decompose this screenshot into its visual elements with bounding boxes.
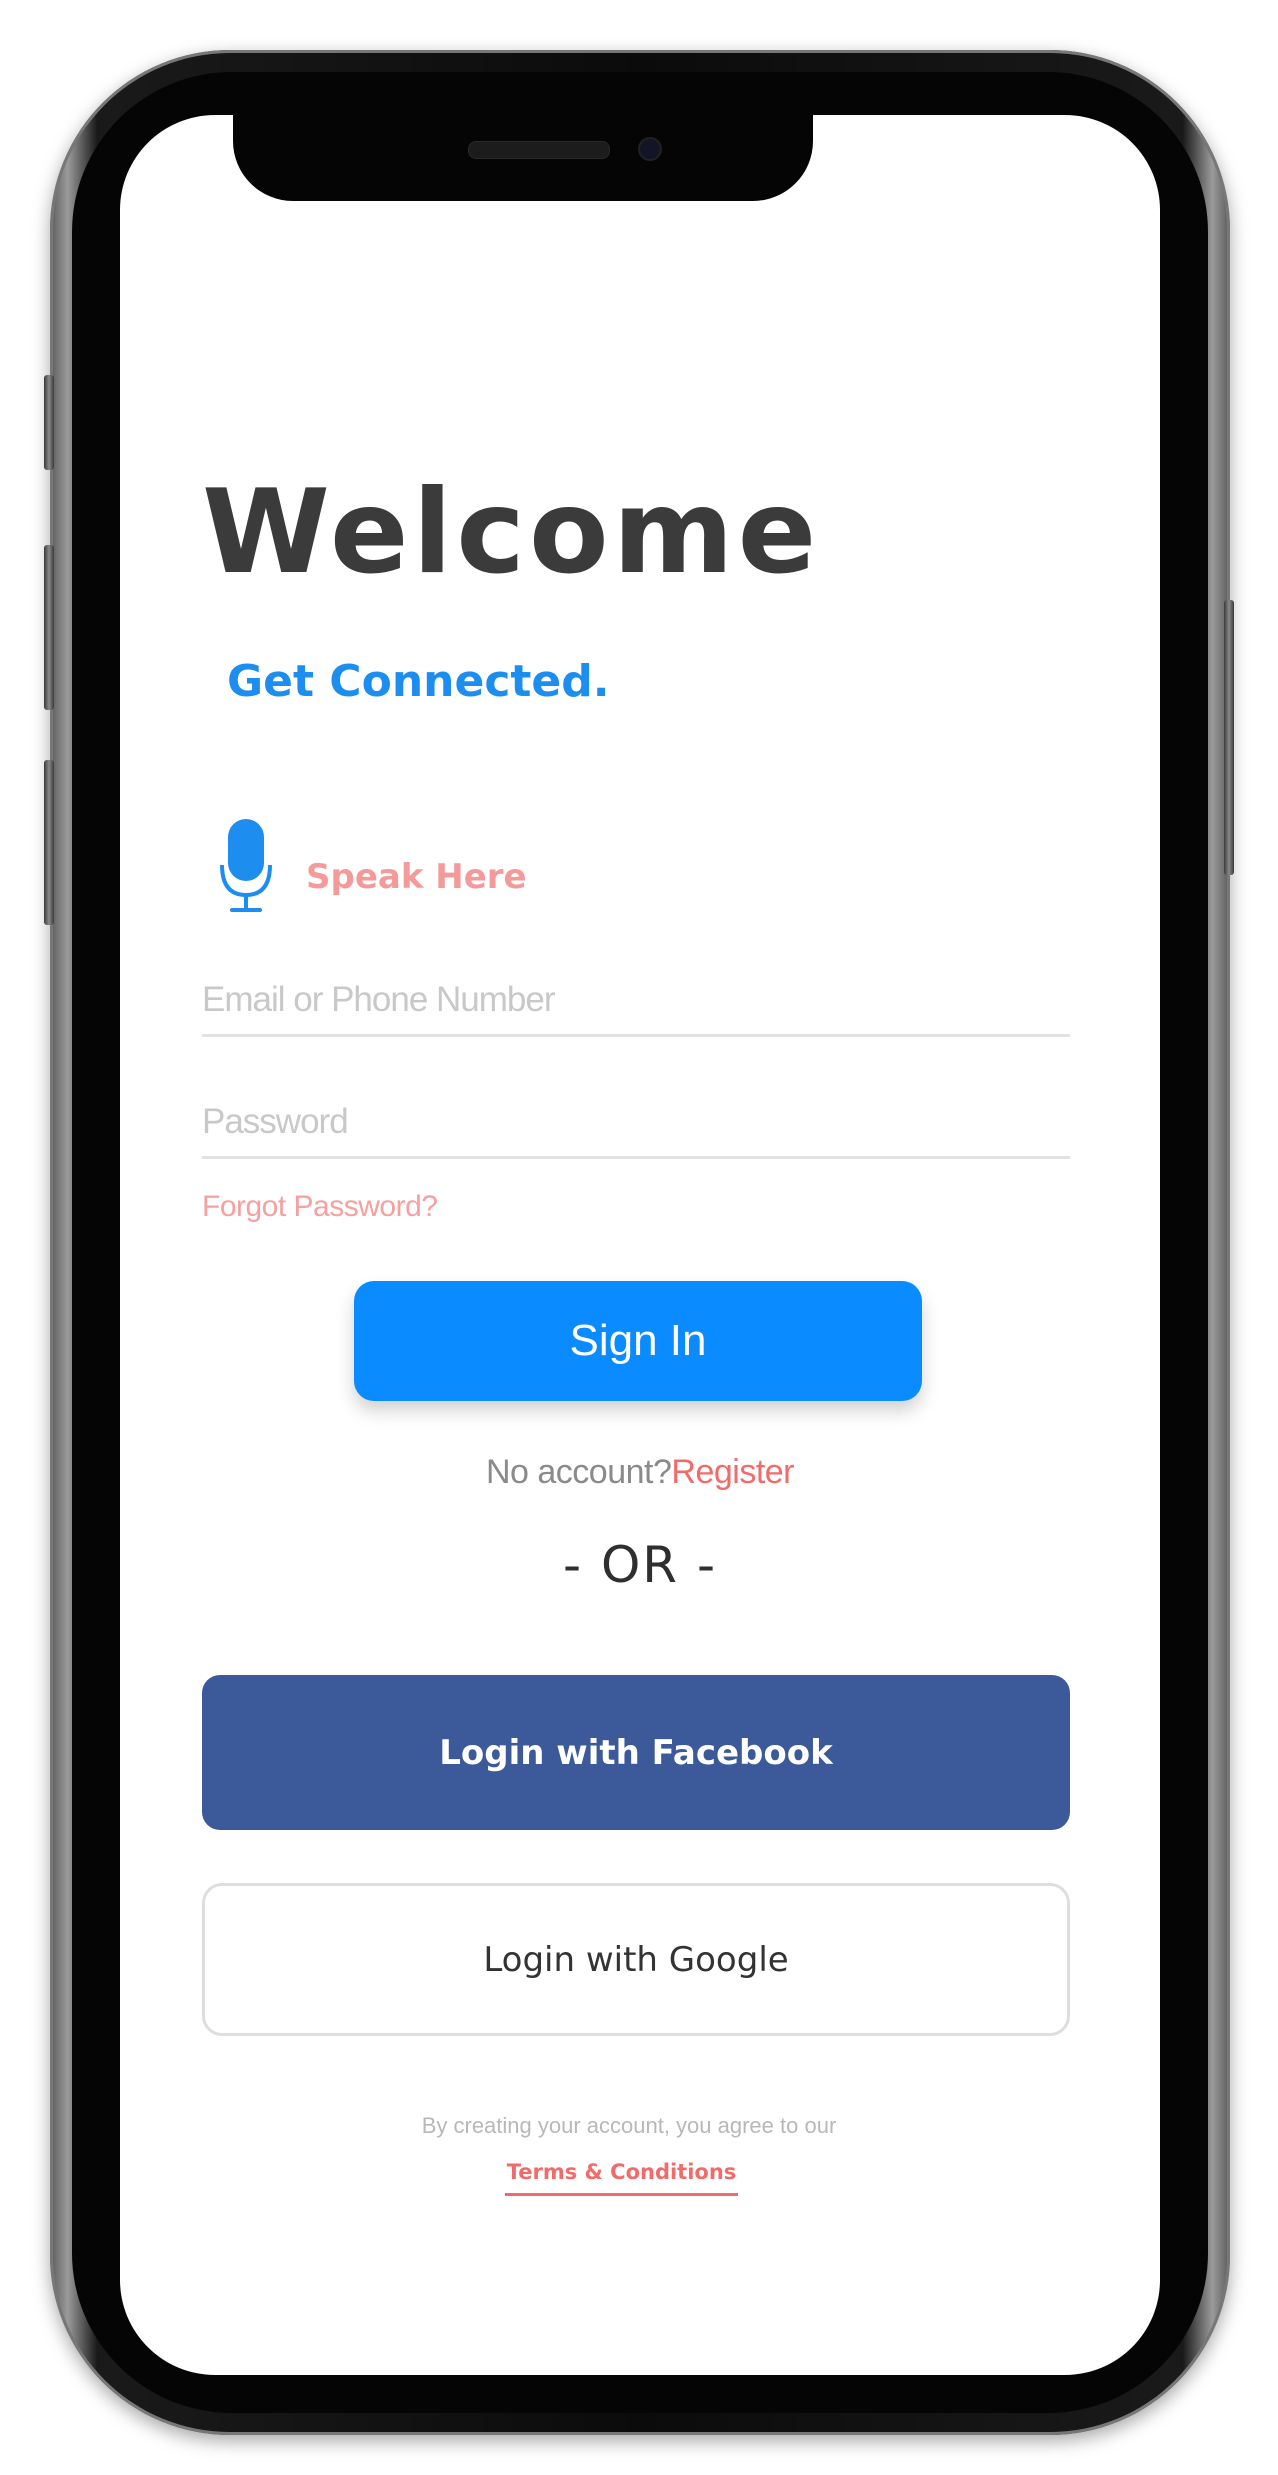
microphone-icon bbox=[220, 819, 272, 912]
forgot-password-link[interactable]: Forgot Password? bbox=[202, 1190, 438, 1224]
email-field[interactable] bbox=[202, 965, 1070, 1037]
no-account-text: No account? bbox=[485, 1453, 672, 1491]
mute-switch bbox=[44, 375, 54, 470]
voice-input-button[interactable]: Speak Here bbox=[218, 819, 527, 915]
page-title: Welcome bbox=[202, 465, 821, 600]
power-button bbox=[1224, 600, 1234, 875]
sign-in-button[interactable]: Sign In bbox=[354, 1281, 922, 1401]
register-prompt: No account?Register bbox=[120, 1455, 1160, 1489]
device-mockup: Welcome Get Connected. Speak Here Forgot… bbox=[0, 0, 1278, 2475]
login-screen: Welcome Get Connected. Speak Here Forgot… bbox=[120, 115, 1160, 2375]
earpiece-speaker bbox=[468, 141, 610, 159]
notch bbox=[233, 115, 813, 201]
terms-link[interactable]: Terms & Conditions bbox=[505, 2160, 738, 2197]
volume-down-button bbox=[44, 760, 54, 925]
voice-input-label: Speak Here bbox=[306, 857, 527, 897]
or-separator: - OR - bbox=[563, 1536, 717, 1594]
facebook-login-button[interactable]: Login with Facebook bbox=[202, 1675, 1070, 1830]
agreement-text: By creating your account, you agree to o… bbox=[421, 2113, 837, 2138]
page-subtitle: Get Connected. bbox=[227, 656, 610, 707]
register-link[interactable]: Register bbox=[671, 1453, 794, 1491]
volume-up-button bbox=[44, 545, 54, 710]
google-login-button[interactable]: Login with Google bbox=[202, 1883, 1070, 2036]
password-field[interactable] bbox=[202, 1087, 1070, 1159]
front-camera bbox=[638, 137, 662, 161]
